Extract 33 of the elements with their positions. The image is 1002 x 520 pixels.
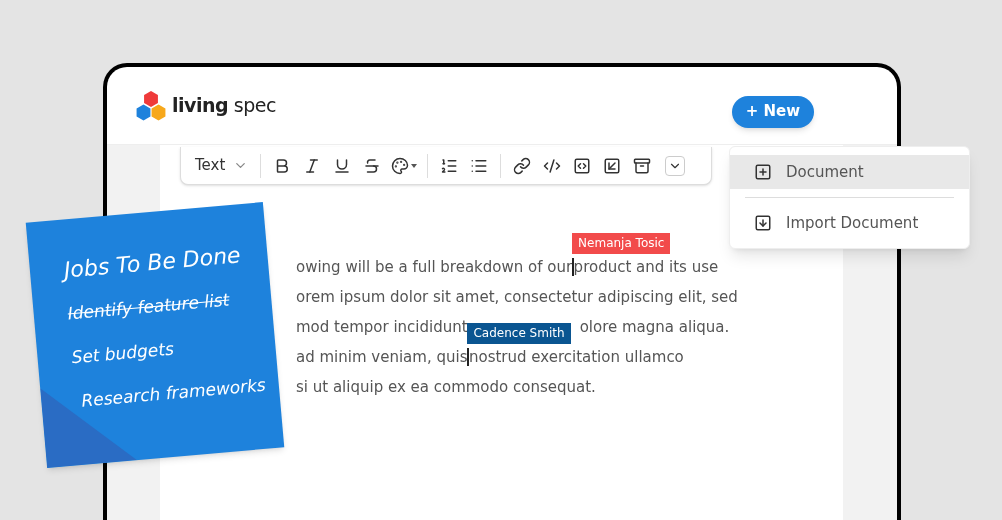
text-style-dropdown[interactable]: Text — [189, 154, 255, 177]
archive-icon — [633, 156, 652, 175]
menu-item[interactable]: Document — [730, 155, 969, 189]
numbered-list-icon — [440, 156, 459, 175]
note-item: Identify feature list — [66, 288, 231, 326]
import-icon — [754, 214, 772, 232]
palette-icon — [391, 156, 410, 175]
logo-text: living spec — [172, 93, 276, 119]
new-button[interactable]: + New — [731, 95, 814, 128]
link-icon — [513, 156, 532, 175]
collaborator-label: Nemanja Tosic — [572, 233, 671, 254]
underline-icon — [333, 156, 352, 175]
code-icon — [543, 156, 562, 175]
collaborator-label: Cadence Smith — [467, 323, 571, 344]
more-button[interactable] — [665, 155, 686, 176]
strikethrough-icon — [363, 156, 382, 175]
body-text: ad minim veniam, quis — [296, 347, 468, 368]
body-text: product and its use — [573, 257, 719, 278]
note-item: Research frameworks — [80, 373, 267, 413]
body-text: si ut aliquip ex ea commodo consequat. — [296, 377, 596, 398]
body-text: nostrud exercitation ullamco — [468, 347, 684, 368]
arrow-in-square-icon — [603, 156, 622, 175]
note-item: Set budgets — [70, 337, 175, 370]
caret-icon — [411, 163, 418, 168]
body-text: olore magna aliqua. — [579, 317, 730, 338]
menu-item[interactable]: Import Document — [730, 206, 969, 240]
add-document-icon — [754, 163, 772, 181]
body-text: mod tempor incididunt — [296, 317, 468, 338]
body-text: owing will be a full breakdown of our — [296, 257, 573, 278]
body-text: orem ipsum dolor sit amet, consectetur adipiscing elit, sed — [296, 287, 738, 308]
code-square-icon — [573, 156, 592, 175]
note-title: Jobs To Be Done — [62, 241, 242, 285]
logo-icon — [136, 90, 166, 121]
